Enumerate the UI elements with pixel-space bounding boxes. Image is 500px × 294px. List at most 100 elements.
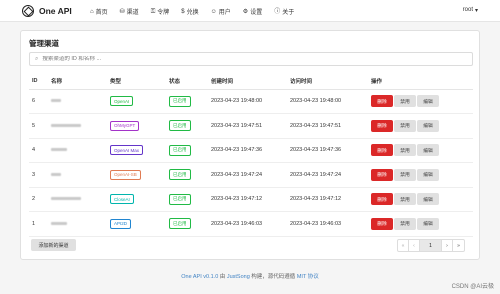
cell-id: 4 bbox=[29, 138, 48, 163]
nav-item-settings[interactable]: ⚙ 设置 bbox=[242, 7, 263, 17]
header-created[interactable]: 创建时间 bbox=[208, 74, 287, 90]
cell-accessed: 2023-04-23 19:48:00 bbox=[287, 89, 368, 114]
cell-accessed: 2023-04-23 19:47:24 bbox=[287, 162, 368, 188]
table-header-row: ID 名称 类型 状态 创建时间 访问时间 操作 bbox=[29, 74, 473, 90]
cell-id: 1 bbox=[29, 211, 48, 237]
last-page-button[interactable]: » bbox=[453, 240, 464, 251]
nav-item-about[interactable]: ⓘ 关于 bbox=[274, 7, 294, 17]
edit-button[interactable]: 编辑 bbox=[417, 168, 439, 181]
delete-button[interactable]: 删除 bbox=[371, 168, 393, 181]
search-input[interactable] bbox=[42, 56, 443, 62]
cell-actions: 删除 禁用 编辑 bbox=[368, 113, 473, 139]
cell-type: OpenAI bbox=[107, 89, 166, 114]
disable-button[interactable]: 禁用 bbox=[394, 95, 416, 108]
edit-button[interactable]: 编辑 bbox=[417, 144, 439, 157]
header-name[interactable]: 名称 bbox=[48, 74, 107, 90]
search-box[interactable]: ⌕ bbox=[29, 52, 473, 66]
footer-by: 由 bbox=[218, 274, 227, 280]
cell-type: API2D bbox=[107, 211, 166, 237]
header-status[interactable]: 状态 bbox=[166, 74, 208, 90]
delete-button[interactable]: 删除 bbox=[371, 193, 393, 206]
disable-button[interactable]: 禁用 bbox=[394, 168, 416, 181]
cell-name bbox=[48, 138, 107, 163]
edit-button[interactable]: 编辑 bbox=[417, 95, 439, 108]
table-row: 4 OpenAI Max 已启用 2023-04-23 19:47:36 2023-04… bbox=[29, 138, 473, 163]
nav-item-channels[interactable]: ⛁ 渠道 bbox=[119, 7, 139, 17]
table-row: 6 OpenAI 已启用 2023-04-23 19:48:00 2023-04-23 … bbox=[29, 89, 473, 114]
disable-button[interactable]: 禁用 bbox=[394, 193, 416, 206]
delete-button[interactable]: 删除 bbox=[371, 217, 393, 230]
cell-name bbox=[48, 162, 107, 188]
channels-card: 管理渠道 ⌕ ID 名称 类型 状态 创建时间 访问时间 操作 6 OpenAI 已… bbox=[20, 30, 480, 260]
type-badge: OpenAI bbox=[110, 96, 134, 107]
nav-label: 首页 bbox=[95, 10, 108, 16]
footer-author-link[interactable]: JustSong bbox=[227, 274, 250, 280]
status-badge: 已启用 bbox=[169, 218, 191, 230]
edit-button[interactable]: 编辑 bbox=[417, 217, 439, 230]
type-badge: API2D bbox=[110, 218, 132, 229]
redacted-name bbox=[51, 99, 61, 103]
table-row: 5 OhMyGPT 已启用 2023-04-23 19:47:51 2023-04-23… bbox=[29, 113, 473, 139]
username: root bbox=[462, 7, 473, 13]
cell-name bbox=[48, 187, 107, 212]
disable-button[interactable]: 禁用 bbox=[394, 144, 416, 157]
nav-label: 设置 bbox=[250, 10, 263, 16]
cell-created: 2023-04-23 19:48:00 bbox=[208, 89, 287, 114]
disable-button[interactable]: 禁用 bbox=[394, 119, 416, 132]
nav-label: 令牌 bbox=[157, 10, 170, 16]
footer-license-link[interactable]: MIT 协议 bbox=[297, 274, 319, 280]
nav-item-redeem[interactable]: $ 兑换 bbox=[181, 7, 199, 17]
cell-actions: 删除 禁用 编辑 bbox=[368, 211, 473, 237]
top-navbar: One API ⌂ 首页 ⛁ 渠道 ⚿ 令牌 $ 兑换 ☺ 用户 ⚙ 设置 ⓘ 关于 root… bbox=[0, 0, 500, 22]
type-badge: OhMyGPT bbox=[110, 120, 140, 131]
gear-icon: ⚙ bbox=[242, 8, 249, 15]
pagination: « ‹ 1 › » bbox=[397, 239, 465, 252]
redacted-name bbox=[51, 172, 61, 176]
cell-status: 已启用 bbox=[166, 89, 208, 114]
prev-page-button[interactable]: ‹ bbox=[409, 240, 420, 251]
nav-item-users[interactable]: ☺ 用户 bbox=[210, 7, 231, 17]
cell-actions: 删除 禁用 编辑 bbox=[368, 162, 473, 188]
edit-button[interactable]: 编辑 bbox=[417, 119, 439, 132]
cell-type: OhMyGPT bbox=[107, 113, 166, 139]
cell-name bbox=[48, 113, 107, 139]
cell-created: 2023-04-23 19:47:51 bbox=[208, 113, 287, 139]
type-badge: CloseAI bbox=[110, 194, 134, 205]
page-1-button[interactable]: 1 bbox=[420, 240, 442, 251]
header-type[interactable]: 类型 bbox=[107, 74, 166, 90]
disable-button[interactable]: 禁用 bbox=[394, 217, 416, 230]
search-icon: ⌕ bbox=[35, 55, 39, 62]
edit-button[interactable]: 编辑 bbox=[417, 193, 439, 206]
first-page-button[interactable]: « bbox=[398, 240, 409, 251]
user-menu[interactable]: root ▾ bbox=[463, 7, 478, 14]
redacted-name bbox=[51, 148, 67, 152]
status-badge: 已启用 bbox=[169, 193, 191, 205]
redacted-name bbox=[51, 123, 81, 127]
delete-button[interactable]: 删除 bbox=[371, 119, 393, 132]
cell-accessed: 2023-04-23 19:47:51 bbox=[287, 113, 368, 139]
cell-accessed: 2023-04-23 19:46:03 bbox=[287, 211, 368, 237]
status-badge: 已启用 bbox=[169, 95, 191, 107]
delete-button[interactable]: 删除 bbox=[371, 95, 393, 108]
cell-status: 已启用 bbox=[166, 113, 208, 139]
key-icon: ⚿ bbox=[150, 8, 156, 15]
type-badge: OpenAI-SB bbox=[110, 169, 141, 180]
brand[interactable]: One API bbox=[22, 5, 72, 17]
nav-item-tokens[interactable]: ⚿ 令牌 bbox=[150, 7, 170, 17]
header-id[interactable]: ID bbox=[29, 74, 48, 90]
watermark: CSDN @AI云极 bbox=[451, 284, 494, 290]
next-page-button[interactable]: › bbox=[442, 240, 453, 251]
nav-item-home[interactable]: ⌂ 首页 bbox=[90, 7, 108, 17]
nav-label: 兑换 bbox=[186, 10, 199, 16]
sitemap-icon: ⛁ bbox=[119, 8, 125, 15]
cell-actions: 删除 禁用 编辑 bbox=[368, 89, 473, 114]
user-icon: ☺ bbox=[210, 8, 217, 15]
delete-button[interactable]: 删除 bbox=[371, 144, 393, 157]
cell-accessed: 2023-04-23 19:47:36 bbox=[287, 138, 368, 163]
footer-app-link[interactable]: One API v0.1.0 bbox=[181, 274, 218, 280]
add-channel-button[interactable]: 添加新的渠道 bbox=[31, 239, 76, 251]
table-row: 3 OpenAI-SB 已启用 2023-04-23 19:47:24 2023-04-… bbox=[29, 162, 473, 188]
nav-label: 渠道 bbox=[126, 10, 139, 16]
status-badge: 已启用 bbox=[169, 144, 191, 156]
header-accessed[interactable]: 访问时间 bbox=[287, 74, 368, 90]
